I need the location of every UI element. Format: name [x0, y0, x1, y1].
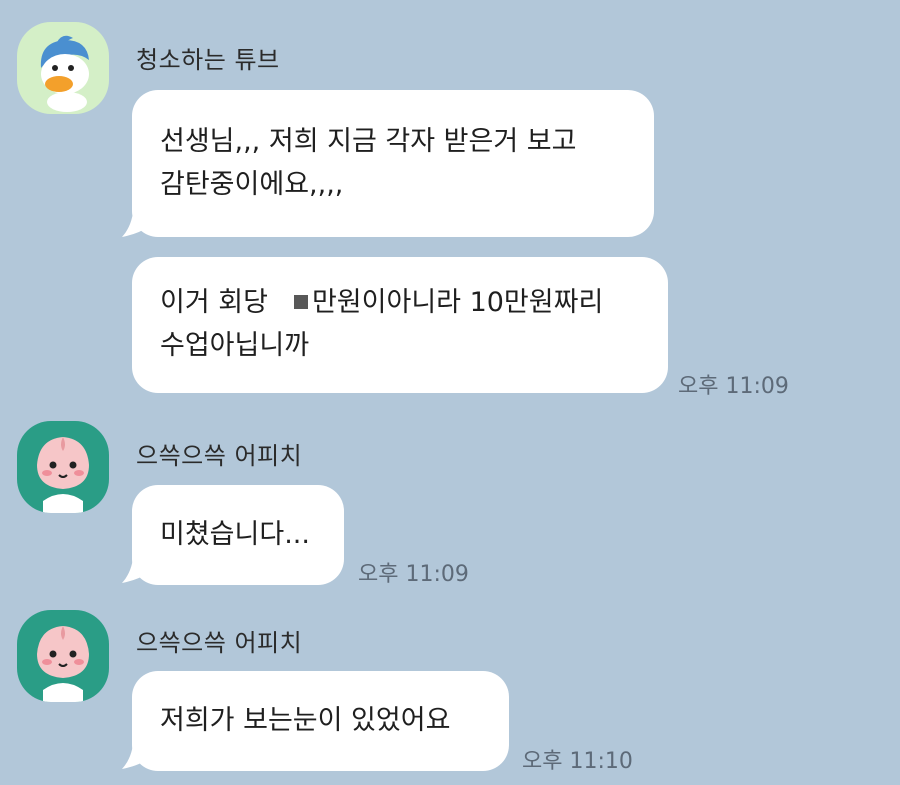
message-text: 감탄중이에요,,,,: [160, 169, 344, 200]
message-time: 오후 11:09: [678, 374, 789, 399]
message-text: 이거 회당: [160, 287, 268, 318]
redacted-mark: [293, 294, 308, 309]
sender-name: 으쓱으쓱 어피치: [136, 629, 303, 657]
peach-icon: [17, 421, 109, 513]
duck-icon: [17, 22, 109, 114]
message-bubble[interactable]: 미쳤습니다...: [132, 485, 344, 585]
message-time: 오후 11:10: [522, 749, 633, 774]
sender-avatar-apeach[interactable]: [17, 610, 109, 702]
message-bubble[interactable]: 저희가 보는눈이 있었어요: [132, 671, 509, 771]
peach-icon: [17, 610, 109, 702]
sender-avatar-apeach[interactable]: [17, 421, 109, 513]
message-text: 선생님,,, 저희 지금 각자 받은거 보고: [160, 126, 577, 157]
sender-avatar-tube[interactable]: [17, 22, 109, 114]
sender-name: 청소하는 튜브: [136, 46, 280, 74]
message-time: 오후 11:09: [358, 562, 469, 587]
message-bubble[interactable]: 이거 회당 만원이아니라 10만원짜리 수업아닙니까: [132, 257, 668, 393]
message-text: 수업아닙니까: [160, 330, 310, 361]
message-text: 만원이아니라 10만원짜리: [311, 287, 604, 318]
message-text: 저희가 보는눈이 있었어요: [160, 705, 451, 736]
message-bubble[interactable]: 선생님,,, 저희 지금 각자 받은거 보고 감탄중이에요,,,,: [132, 90, 654, 237]
sender-name: 으쓱으쓱 어피치: [136, 442, 303, 470]
message-text: 미쳤습니다...: [160, 519, 310, 550]
message-text-line: 이거 회당 만원이아니라 10만원짜리: [160, 281, 640, 324]
